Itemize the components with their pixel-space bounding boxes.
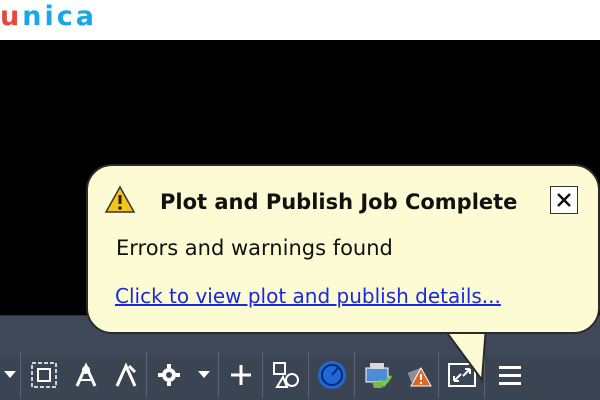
dropdown-arrow-icon[interactable] [0, 352, 20, 398]
site-header: unica [0, 0, 600, 40]
logo-letter-u: u [0, 1, 23, 32]
notification-message: Errors and warnings found [116, 236, 393, 260]
notification-title: Plot and Publish Job Complete [160, 190, 518, 214]
plot-warning-icon[interactable] [400, 352, 438, 398]
annotation-scale-icon[interactable] [66, 352, 106, 398]
view-details-link[interactable]: Click to view plot and publish details..… [115, 284, 501, 308]
close-button[interactable] [550, 186, 578, 214]
unica-logo[interactable]: unica [0, 2, 97, 32]
close-icon [557, 193, 571, 207]
dropdown-arrow-icon-2[interactable] [190, 352, 218, 398]
logo-letters-nica: nica [22, 1, 97, 32]
workspace-gear-icon[interactable] [146, 352, 190, 398]
warning-icon [104, 185, 136, 220]
hardware-acceleration-icon[interactable] [308, 352, 354, 398]
viewport-icon[interactable] [20, 352, 66, 398]
plot-publish-status-icon[interactable] [354, 352, 400, 398]
annotation-visibility-icon[interactable] [106, 352, 146, 398]
plus-icon[interactable] [218, 352, 262, 398]
status-toolbar [0, 350, 600, 400]
isolate-objects-icon[interactable] [262, 352, 308, 398]
balloon-tail [440, 326, 488, 382]
